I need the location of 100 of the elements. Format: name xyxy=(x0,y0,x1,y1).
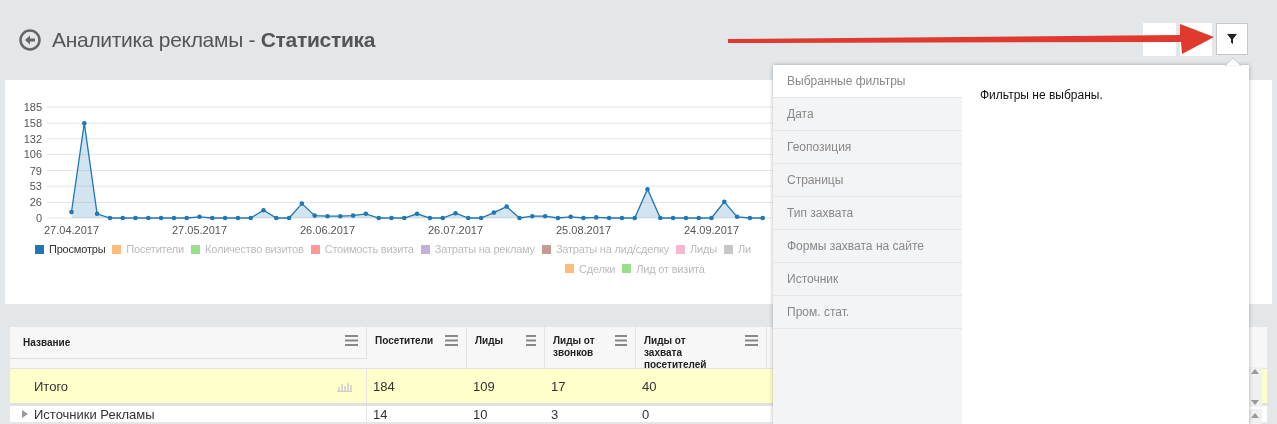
legend-item[interactable]: Лиды xyxy=(676,241,717,258)
spin-up-icon[interactable] xyxy=(1251,413,1259,418)
table-cell: 40 xyxy=(642,378,657,394)
y-tick-label: 132 xyxy=(23,132,42,145)
data-point xyxy=(171,215,177,221)
data-point xyxy=(261,207,266,213)
table-cell: 3 xyxy=(551,406,559,422)
data-point xyxy=(734,214,740,220)
data-point xyxy=(453,210,458,216)
data-point xyxy=(325,213,330,219)
x-tick-label: 24.09.2017 xyxy=(683,224,740,236)
y-tick-label: 79 xyxy=(29,164,42,177)
x-tick-label: 27.05.2017 xyxy=(171,224,228,236)
y-tick-label: 158 xyxy=(23,117,42,130)
legend-item[interactable]: Затраты на рекламу xyxy=(420,241,535,258)
x-tick-label: 26.07.2017 xyxy=(427,224,484,236)
data-point xyxy=(594,215,599,220)
header-label: Лиды от захвата посетителей xyxy=(644,335,708,371)
legend-item[interactable]: Лид от визита xyxy=(622,260,705,277)
menu-icon[interactable] xyxy=(615,335,627,346)
data-point xyxy=(658,215,663,221)
data-point xyxy=(197,214,202,220)
y-tick-label: 185 xyxy=(23,101,42,113)
data-point xyxy=(222,215,228,221)
table-cell: Источники Рекламы xyxy=(34,406,155,422)
y-tick-label: 106 xyxy=(23,148,42,161)
data-point xyxy=(146,215,151,221)
data-point xyxy=(299,201,305,206)
data-point xyxy=(82,120,87,126)
table-cell: 14 xyxy=(373,406,388,422)
y-tick-label: 26 xyxy=(29,196,42,209)
data-point xyxy=(312,213,317,218)
data-point xyxy=(760,215,765,221)
data-point xyxy=(606,215,612,221)
data-point xyxy=(542,213,548,219)
data-point xyxy=(619,215,625,221)
table-cell: 0 xyxy=(642,406,650,422)
data-point xyxy=(338,213,343,219)
menu-icon[interactable] xyxy=(345,335,358,346)
data-point xyxy=(709,215,714,221)
data-point xyxy=(133,215,138,221)
data-point xyxy=(530,213,535,219)
data-point xyxy=(402,215,407,221)
data-point xyxy=(210,215,215,221)
x-tick-label: 25.08.2017 xyxy=(555,224,612,236)
data-point xyxy=(274,215,279,221)
data-point xyxy=(491,210,497,215)
x-tick-label: 27.04.2017 xyxy=(43,224,100,236)
data-point xyxy=(69,209,74,215)
data-point xyxy=(517,215,522,221)
menu-icon[interactable] xyxy=(526,335,536,346)
header-label: Посетители xyxy=(375,335,435,347)
menu-icon[interactable] xyxy=(745,335,758,346)
filter-category[interactable]: Выбранные фильтры xyxy=(773,65,962,98)
table-cell: 109 xyxy=(473,378,495,394)
data-point xyxy=(350,213,356,218)
table-cell: 184 xyxy=(373,378,395,394)
header-label: Название xyxy=(23,336,72,349)
legend-item[interactable]: Просмотры xyxy=(35,241,106,258)
data-point xyxy=(94,211,100,217)
data-point xyxy=(120,215,125,221)
y-tick-label: 0 xyxy=(35,212,42,224)
data-point xyxy=(184,215,189,221)
data-point xyxy=(235,215,241,221)
data-point xyxy=(722,199,727,205)
menu-icon[interactable] xyxy=(445,335,458,346)
table-cell: Итого xyxy=(34,378,69,394)
legend-item[interactable]: Количество визитов xyxy=(191,241,304,258)
data-point xyxy=(248,215,253,221)
data-point xyxy=(414,211,420,217)
data-point xyxy=(645,186,650,192)
expand-icon[interactable] xyxy=(22,410,28,418)
x-tick-label: 26.06.2017 xyxy=(299,224,356,236)
data-point xyxy=(683,215,689,221)
data-point xyxy=(581,215,586,221)
empty-message: Фильтры не выбраны. xyxy=(980,87,1103,104)
header-label: Лиды xyxy=(475,335,505,347)
data-point xyxy=(427,215,433,221)
filter-button[interactable] xyxy=(1216,23,1248,55)
legend-item[interactable]: Сделки xyxy=(565,260,616,277)
table-cell: 17 xyxy=(551,378,566,394)
table-cell: 10 xyxy=(473,406,488,422)
back-icon[interactable] xyxy=(19,29,41,51)
legend-item[interactable]: Посетители xyxy=(112,241,185,258)
data-point xyxy=(504,204,509,209)
data-point xyxy=(696,215,701,221)
legend-item[interactable]: Ли xyxy=(723,241,751,258)
data-point xyxy=(440,215,445,221)
filter-icon xyxy=(1227,34,1237,44)
data-point xyxy=(568,214,573,220)
page-title: Аналитика рекламы - Статистика xyxy=(52,27,376,54)
data-point xyxy=(376,215,381,221)
header-label: Лиды от звонков xyxy=(553,335,596,359)
data-point xyxy=(158,215,164,221)
legend-item[interactable]: Затраты на лид/сделку xyxy=(541,241,670,258)
data-point xyxy=(747,215,753,221)
data-point xyxy=(555,215,561,221)
legend-item[interactable]: Стоимость визита xyxy=(310,241,414,258)
data-point xyxy=(478,215,484,221)
data-point xyxy=(466,215,471,221)
